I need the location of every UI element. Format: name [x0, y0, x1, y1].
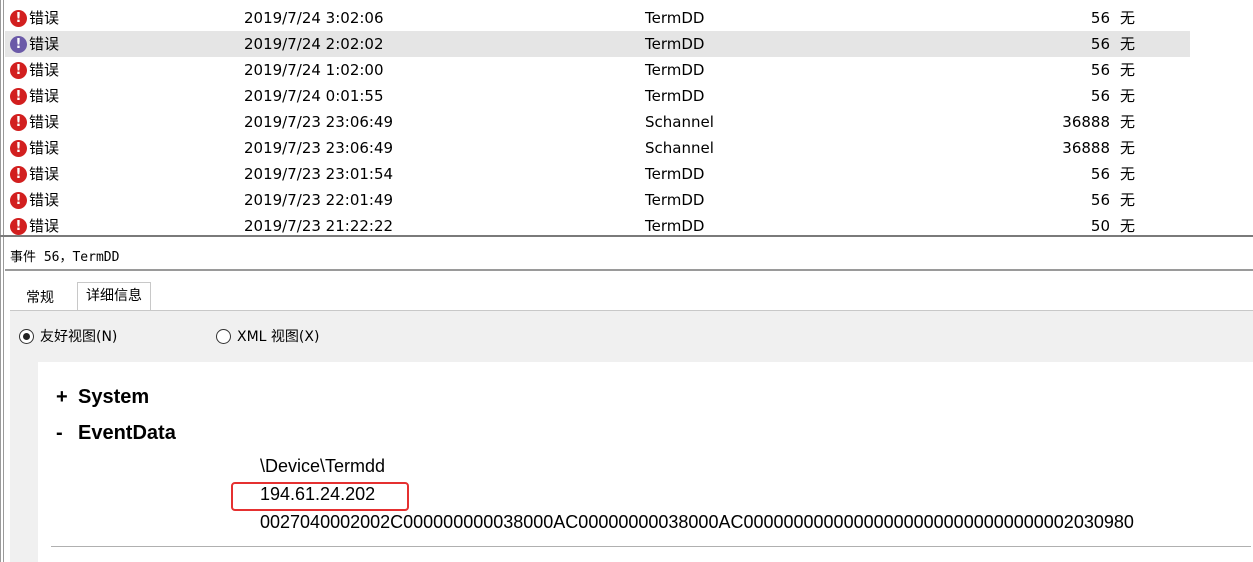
level-label: 错误 — [29, 165, 60, 183]
error-icon: ! — [10, 9, 27, 27]
level-label: 错误 — [29, 9, 60, 27]
error-icon: ! — [10, 87, 27, 105]
tab-general[interactable]: 常规 — [18, 285, 62, 312]
event-list[interactable]: ! 错误 2019/7/24 3:02:06 TermDD 56 无! 错误 2019/7/2… — [5, 0, 1253, 236]
level-label: 错误 — [29, 87, 60, 105]
task-category-cell: 无 — [1120, 87, 1136, 105]
event-row[interactable]: ! 错误 2019/7/23 21:22:22 TermDD 50 无 — [5, 213, 1190, 236]
task-category-cell: 无 — [1120, 9, 1136, 27]
radio-selected-icon[interactable] — [19, 328, 34, 344]
task-category-cell: 无 — [1120, 113, 1136, 131]
date-cell: 2019/7/23 23:01:54 — [244, 165, 394, 183]
level-label: 错误 — [29, 113, 60, 131]
system-section[interactable]: + System — [56, 386, 149, 409]
source-cell: TermDD — [645, 35, 705, 53]
system-label: System — [78, 386, 150, 408]
level-label: 错误 — [29, 217, 60, 235]
detail-title: 事件 56，TermDD — [10, 250, 120, 265]
eventdata-section[interactable]: - EventData — [56, 422, 176, 445]
task-category-cell: 无 — [1120, 191, 1136, 209]
friendly-view-label: 友好视图(N) — [40, 329, 118, 345]
task-category-cell: 无 — [1120, 35, 1136, 53]
level-label: 错误 — [29, 61, 60, 79]
event-xml-content: + System - EventData \Device\Termdd 194.61… — [38, 362, 1253, 562]
event-row[interactable]: ! 错误 2019/7/24 3:02:06 TermDD 56 无 — [5, 5, 1190, 31]
level-cell: ! 错误 — [10, 83, 59, 109]
error-icon: ! — [10, 191, 27, 209]
source-cell: Schannel — [645, 139, 714, 157]
event-id-cell: 50 — [1090, 217, 1110, 235]
level-label: 错误 — [29, 191, 60, 209]
tab-details[interactable]: 详细信息 — [77, 282, 151, 310]
eventdata-label: EventData — [78, 422, 176, 444]
level-cell: ! 错误 — [10, 213, 59, 236]
task-category-cell: 无 — [1120, 165, 1136, 183]
window-left-border — [0, 0, 4, 562]
error-icon: ! — [10, 113, 27, 131]
source-cell: TermDD — [645, 165, 705, 183]
detail-separator — [5, 269, 1253, 271]
task-category-cell: 无 — [1120, 61, 1136, 79]
date-cell: 2019/7/23 21:22:22 — [244, 217, 394, 235]
content-divider — [51, 546, 1251, 547]
device-value: \Device\Termdd — [260, 456, 386, 476]
detail-tabs: 常规 详细信息 — [5, 282, 1253, 310]
date-cell: 2019/7/23 22:01:49 — [244, 191, 394, 209]
event-row[interactable]: ! 错误 2019/7/23 23:01:54 TermDD 56 无 — [5, 161, 1190, 187]
binary-value: 0027040002002C000000000038000AC000000000… — [260, 512, 1134, 532]
event-row[interactable]: ! 错误 2019/7/23 23:06:49 Schannel 36888 无 — [5, 109, 1190, 135]
level-label: 错误 — [29, 139, 60, 157]
xml-view-label: XML 视图(X) — [237, 329, 320, 345]
expand-toggle[interactable]: + — [56, 386, 78, 409]
source-cell: Schannel — [645, 113, 714, 131]
error-icon: ! — [10, 139, 27, 157]
date-cell: 2019/7/24 0:01:55 — [244, 87, 384, 105]
level-cell: ! 错误 — [10, 187, 59, 213]
ip-value: 194.61.24.202 — [260, 484, 376, 504]
event-row[interactable]: ! 错误 2019/7/23 23:06:49 Schannel 36888 无 — [5, 135, 1190, 161]
event-row[interactable]: ! 错误 2019/7/24 1:02:00 TermDD 56 无 — [5, 57, 1190, 83]
event-row[interactable]: ! 错误 2019/7/23 22:01:49 TermDD 56 无 — [5, 187, 1190, 213]
level-cell: ! 错误 — [10, 31, 59, 57]
event-id-cell: 56 — [1090, 9, 1110, 27]
event-row[interactable]: ! 错误 2019/7/24 0:01:55 TermDD 56 无 — [5, 83, 1190, 109]
date-cell: 2019/7/23 23:06:49 — [244, 113, 394, 131]
error-icon: ! — [10, 217, 27, 235]
event-id-cell: 56 — [1090, 165, 1110, 183]
date-cell: 2019/7/23 23:06:49 — [244, 139, 394, 157]
event-id-cell: 36888 — [1062, 139, 1110, 157]
source-cell: TermDD — [645, 217, 705, 235]
source-cell: TermDD — [645, 61, 705, 79]
date-cell: 2019/7/24 3:02:06 — [244, 9, 384, 27]
collapse-toggle[interactable]: - — [56, 422, 78, 445]
error-icon: ! — [10, 61, 27, 79]
event-id-cell: 56 — [1090, 87, 1110, 105]
source-cell: TermDD — [645, 191, 705, 209]
radio-unselected-icon[interactable] — [216, 328, 231, 344]
source-cell: TermDD — [645, 87, 705, 105]
friendly-view-option[interactable]: 友好视图(N) — [19, 326, 117, 346]
event-id-cell: 56 — [1090, 191, 1110, 209]
event-id-cell: 56 — [1090, 35, 1110, 53]
date-cell: 2019/7/24 1:02:00 — [244, 61, 384, 79]
task-category-cell: 无 — [1120, 217, 1136, 235]
level-label: 错误 — [29, 35, 60, 53]
error-icon: ! — [10, 35, 27, 53]
event-id-cell: 36888 — [1062, 113, 1110, 131]
level-cell: ! 错误 — [10, 109, 59, 135]
source-cell: TermDD — [645, 9, 705, 27]
level-cell: ! 错误 — [10, 5, 59, 31]
event-row[interactable]: ! 错误 2019/7/24 2:02:02 TermDD 56 无 — [5, 31, 1190, 57]
level-cell: ! 错误 — [10, 161, 59, 187]
level-cell: ! 错误 — [10, 135, 59, 161]
task-category-cell: 无 — [1120, 139, 1136, 157]
splitter[interactable] — [0, 235, 1253, 237]
error-icon: ! — [10, 165, 27, 183]
level-cell: ! 错误 — [10, 57, 59, 83]
date-cell: 2019/7/24 2:02:02 — [244, 35, 384, 53]
event-id-cell: 56 — [1090, 61, 1110, 79]
xml-view-option[interactable]: XML 视图(X) — [216, 326, 319, 346]
